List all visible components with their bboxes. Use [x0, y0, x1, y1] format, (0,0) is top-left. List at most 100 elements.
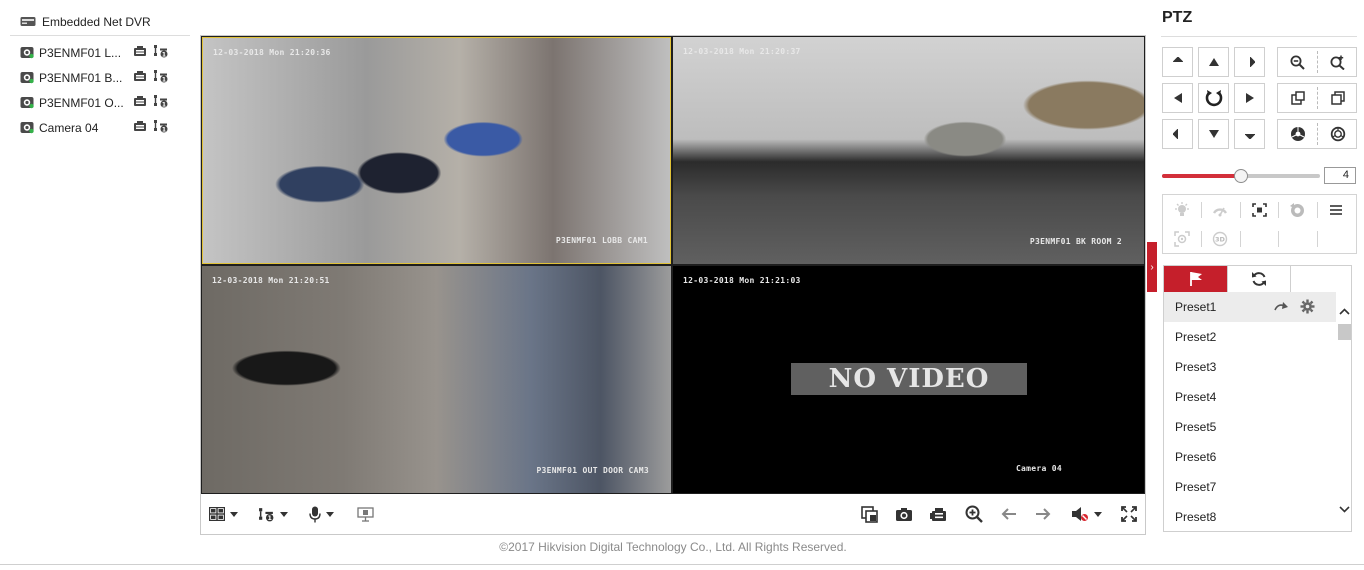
osd-channel-name: Camera 04	[1015, 464, 1062, 473]
arrow-down-icon	[1208, 130, 1219, 138]
focus-control	[1277, 83, 1357, 113]
ptz-up-button[interactable]	[1198, 47, 1229, 77]
iris-close-button[interactable]	[1278, 120, 1317, 148]
stream-settings-icon[interactable]: 1	[153, 44, 169, 61]
preset-item[interactable]: Preset3	[1164, 352, 1336, 382]
preset-item[interactable]: Preset2	[1164, 322, 1336, 352]
preset-label: Preset5	[1175, 420, 1217, 434]
preset-item[interactable]: Preset5	[1164, 412, 1336, 442]
fullscreen-button[interactable]	[1121, 504, 1137, 524]
gear-icon[interactable]	[1300, 299, 1315, 317]
collapse-ptz-panel-button[interactable]: ›	[1147, 242, 1157, 292]
preset-item[interactable]: Preset1	[1164, 292, 1336, 322]
ptz-down-button[interactable]	[1198, 119, 1229, 149]
window-layout-button[interactable]	[209, 504, 238, 524]
arrow-down-right-icon	[1244, 134, 1255, 139]
more-menu-button[interactable]	[1317, 197, 1355, 223]
camera-row-2[interactable]: P3ENMF01 B... 1	[10, 65, 190, 90]
capture-all-button[interactable]	[861, 504, 878, 524]
arrow-up-left-icon	[1172, 57, 1183, 62]
start-recording-icon[interactable]	[133, 45, 147, 60]
divider	[1240, 231, 1241, 247]
scroll-thumb[interactable]	[1338, 324, 1351, 340]
start-recording-icon[interactable]	[133, 70, 147, 85]
snapshot-button[interactable]	[895, 504, 913, 524]
video-grid: 12-03-2018 Mon 21:20:36 P3ENMF01 LOBB CA…	[201, 36, 1145, 494]
video-window-4[interactable]: 12-03-2018 Mon 21:21:03 NO VIDEO Camera …	[673, 266, 1144, 493]
zoom-out-button[interactable]	[1278, 48, 1317, 76]
regional-focus-button[interactable]	[1163, 226, 1201, 252]
preset-label: Preset7	[1175, 480, 1217, 494]
iris-open-button[interactable]	[1318, 120, 1357, 148]
stream-settings-icon[interactable]: 1	[153, 119, 169, 136]
preset-item[interactable]: Preset8	[1164, 502, 1336, 531]
arrow-right-icon	[1245, 93, 1254, 103]
preset-label: Preset1	[1175, 300, 1217, 314]
stream-settings-icon[interactable]: 1	[153, 69, 169, 86]
camera-online-icon	[20, 121, 34, 134]
start-recording-icon[interactable]	[133, 120, 147, 135]
ptz-right-button[interactable]	[1234, 83, 1265, 113]
wiper-icon	[1212, 207, 1228, 217]
ptz-up-left-button[interactable]	[1162, 47, 1193, 77]
zoom-in-icon	[965, 505, 983, 523]
ptz-up-right-button[interactable]	[1234, 47, 1265, 77]
volume-button[interactable]	[1071, 504, 1102, 524]
slider-thumb[interactable]	[1234, 169, 1248, 183]
lens-initialization-button[interactable]	[1278, 197, 1316, 223]
video-window-1[interactable]: 12-03-2018 Mon 21:20:36 P3ENMF01 LOBB CA…	[202, 37, 671, 264]
slider-fill	[1162, 174, 1241, 178]
ptz-title: PTZ	[1162, 9, 1193, 26]
audio-talk-button[interactable]	[309, 504, 334, 524]
mute-icon	[1072, 507, 1088, 521]
camera-row-1[interactable]: P3ENMF01 L... 1	[10, 40, 190, 65]
preset-item[interactable]: Preset4	[1164, 382, 1336, 412]
scroll-up-button[interactable]	[1336, 302, 1351, 320]
video-toolbar: 1	[201, 494, 1145, 534]
preset-item[interactable]: Preset7	[1164, 472, 1336, 502]
call-preset-icon[interactable]	[1274, 301, 1288, 315]
preset-label: Preset8	[1175, 510, 1217, 524]
arrow-up-right-icon	[1249, 57, 1255, 67]
stream-type-button[interactable]: 1	[258, 504, 288, 524]
preset-item[interactable]: Preset6	[1164, 442, 1336, 472]
3d-positioning-button[interactable]: 3D	[1201, 226, 1239, 252]
video-window-3[interactable]: 12-03-2018 Mon 21:20:51 P3ENMF01 OUT DOO…	[202, 266, 671, 493]
chevron-right-icon: ›	[1150, 261, 1154, 273]
one-touch-focus-button[interactable]	[1240, 197, 1278, 223]
tab-preset[interactable]	[1164, 266, 1227, 292]
ptz-down-left-button[interactable]	[1162, 119, 1193, 149]
camera-row-4[interactable]: Camera 04 1	[10, 115, 190, 140]
focus-near-button[interactable]	[1278, 84, 1317, 112]
chevron-up-icon	[1338, 307, 1350, 315]
no-video-label: NO VIDEO	[791, 363, 1027, 395]
start-recording-icon[interactable]	[133, 95, 147, 110]
chevron-down-icon	[230, 511, 238, 517]
previous-page-button[interactable]	[1001, 504, 1017, 524]
stream-settings-icon[interactable]: 1	[153, 94, 169, 111]
digital-zoom-button[interactable]	[965, 504, 983, 524]
arrow-down-left-icon	[1172, 129, 1178, 139]
wiper-button[interactable]	[1201, 197, 1239, 223]
microphone-icon	[309, 506, 321, 522]
camera-row-3[interactable]: P3ENMF01 O... 1	[10, 90, 190, 115]
digital-zoom-display-button[interactable]	[357, 504, 374, 524]
tab-patrol[interactable]	[1227, 266, 1290, 292]
light-button[interactable]	[1163, 197, 1201, 223]
svg-text:3D: 3D	[1215, 236, 1226, 244]
fullscreen-icon	[1121, 506, 1137, 522]
video-window-2[interactable]: 12-03-2018 Mon 21:20:37 P3ENMF01 BK ROOM…	[673, 37, 1144, 264]
preset-label: Preset4	[1175, 390, 1217, 404]
record-button[interactable]	[929, 504, 947, 524]
preset-scrollbar[interactable]	[1336, 292, 1351, 530]
ptz-down-right-button[interactable]	[1234, 119, 1265, 149]
device-row[interactable]: Embedded Net DVR	[10, 8, 190, 36]
zoom-in-button[interactable]	[1318, 48, 1357, 76]
scroll-down-button[interactable]	[1336, 500, 1351, 518]
ptz-auto-scan-button[interactable]	[1198, 83, 1229, 113]
tab-pattern[interactable]	[1290, 266, 1351, 292]
focus-far-button[interactable]	[1318, 84, 1357, 112]
next-page-button[interactable]	[1035, 504, 1051, 524]
ptz-speed-slider[interactable]	[1162, 169, 1320, 183]
ptz-left-button[interactable]	[1162, 83, 1193, 113]
